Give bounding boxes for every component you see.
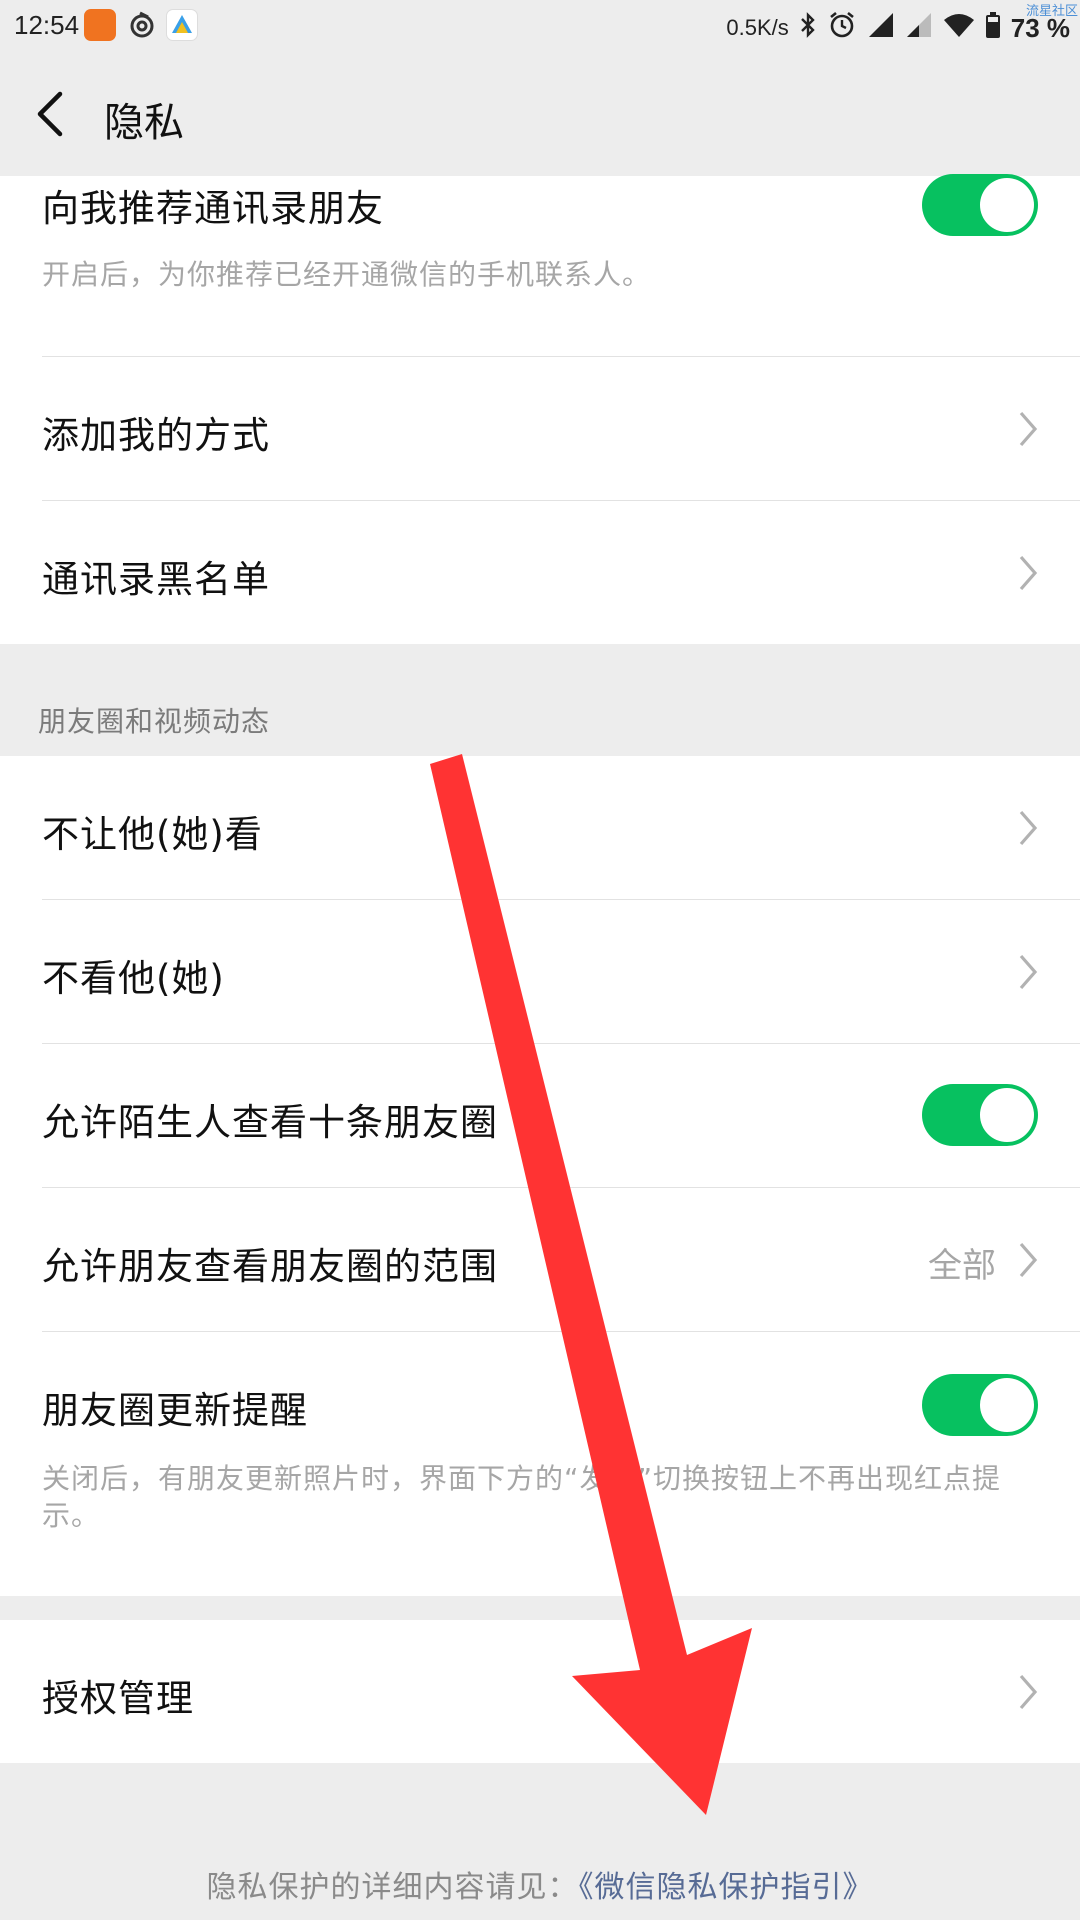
- toggle-knob: [980, 1378, 1034, 1432]
- privacy-footer: 隐私保护的详细内容请见：《微信隐私保护指引》: [0, 1862, 1080, 1906]
- chevron-right-icon: [1016, 1240, 1040, 1280]
- alarm-icon: [827, 10, 857, 46]
- chevron-right-icon: [1016, 409, 1040, 449]
- row-label: 通讯录黑名单: [42, 558, 270, 601]
- hide-their-posts-row[interactable]: 不看他(她): [0, 900, 1080, 1043]
- row-description: 关闭后，有朋友更新照片时，界面下方的“发现”切换按钮上不再出现红点提示。: [42, 1462, 1002, 1532]
- status-bar: 12:54 0.5K/s 73 % 流星社区: [0, 0, 1080, 52]
- chevron-left-icon[interactable]: [30, 90, 74, 138]
- netease-icon: [126, 9, 158, 41]
- row-label: 不看他(她): [42, 957, 225, 1000]
- chevron-right-icon: [1016, 553, 1040, 593]
- authorization-section: 授权管理: [0, 1620, 1080, 1763]
- recommend-contacts-toggle[interactable]: [922, 174, 1038, 236]
- toggle-knob: [980, 1088, 1034, 1142]
- row-label: 允许陌生人查看十条朋友圈: [42, 1101, 498, 1144]
- chevron-right-icon: [1016, 1672, 1040, 1712]
- privacy-guide-link[interactable]: 《微信隐私保护指引》: [579, 1870, 874, 1905]
- bluetooth-icon: [799, 11, 817, 45]
- toggle-knob: [980, 178, 1034, 232]
- row-label: 朋友圈更新提醒: [42, 1389, 308, 1432]
- signal-icon: [867, 11, 895, 45]
- signal-icon: [905, 11, 933, 45]
- battery-icon: [985, 11, 1001, 45]
- chevron-right-icon: [1016, 952, 1040, 992]
- nav-header: 隐私: [0, 52, 1080, 176]
- watermark: 流星社区: [1025, 3, 1078, 18]
- hide-my-posts-row[interactable]: 不让他(她)看: [0, 756, 1080, 899]
- list-item: 允许陌生人查看十条朋友圈: [0, 1044, 1080, 1187]
- moments-visible-range-row[interactable]: 允许朋友查看朋友圈的范围 全部: [0, 1188, 1080, 1331]
- footer-text: 隐私保护的详细内容请见：: [206, 1870, 579, 1905]
- row-label: 授权管理: [42, 1677, 194, 1720]
- moments-section: 不让他(她)看 不看他(她) 允许陌生人查看十条朋友圈 允许朋友查看朋友圈的范围…: [0, 756, 1080, 1596]
- net-speed: 0.5K/s: [726, 15, 789, 40]
- section-header: 朋友圈和视频动态: [38, 705, 271, 738]
- list-item: 朋友圈更新提醒 关闭后，有朋友更新照片时，界面下方的“发现”切换按钮上不再出现红…: [0, 1332, 1080, 1596]
- app-icon: [84, 9, 116, 41]
- contacts-section: 向我推荐通讯录朋友 开启后，为你推荐已经开通微信的手机联系人。 添加我的方式 通…: [0, 174, 1080, 644]
- row-label: 向我推荐通讯录朋友: [42, 187, 384, 230]
- stranger-ten-posts-toggle[interactable]: [922, 1084, 1038, 1146]
- page-title: 隐私: [104, 100, 184, 146]
- wifi-icon: [943, 12, 975, 44]
- list-item: 向我推荐通讯录朋友 开启后，为你推荐已经开通微信的手机联系人。: [0, 174, 1080, 356]
- add-me-methods-row[interactable]: 添加我的方式: [0, 357, 1080, 500]
- chevron-right-icon: [1016, 808, 1040, 848]
- row-description: 开启后，为你推荐已经开通微信的手机联系人。: [42, 258, 652, 291]
- contacts-blacklist-row[interactable]: 通讯录黑名单: [0, 501, 1080, 644]
- row-label: 添加我的方式: [42, 414, 270, 457]
- row-label: 不让他(她)看: [42, 813, 263, 856]
- row-label: 允许朋友查看朋友圈的范围: [42, 1245, 498, 1288]
- row-value: 全部: [928, 1246, 996, 1286]
- app-icon: [166, 9, 198, 41]
- status-right: 0.5K/s 73 %: [726, 10, 1070, 46]
- authorization-management-row[interactable]: 授权管理: [0, 1620, 1080, 1763]
- status-time: 12:54: [14, 10, 80, 40]
- moments-update-reminder-toggle[interactable]: [922, 1374, 1038, 1436]
